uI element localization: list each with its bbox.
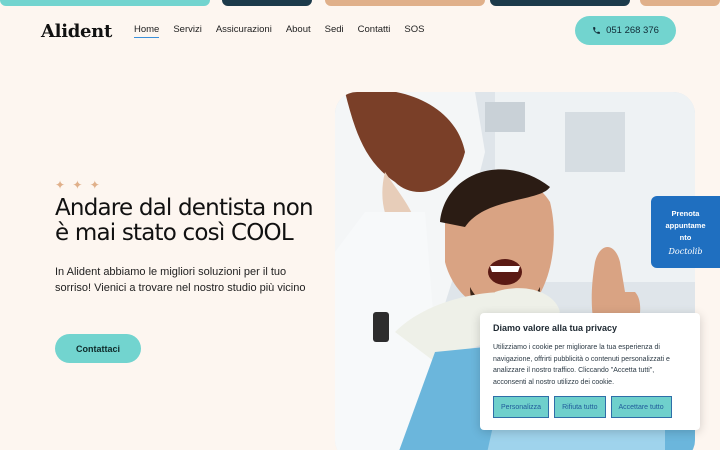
hero-title: Andare dal dentista non è mai stato così… [55, 195, 314, 246]
cookie-title: Diamo valore alla tua privacy [493, 323, 618, 333]
nav-sos[interactable]: SOS [404, 24, 424, 38]
phone-button[interactable]: 051 268 376 [575, 16, 676, 45]
cookie-banner: Diamo valore alla tua privacy Utilizziam… [480, 313, 700, 430]
hero-section: ✦ ✦ ✦ Andare dal dentista non è mai stat… [55, 178, 325, 296]
nav-assicurazioni[interactable]: Assicurazioni [216, 24, 272, 38]
nav-sedi[interactable]: Sedi [325, 24, 344, 38]
top-decoration [0, 0, 720, 6]
site-header: Alident Home Servizi Assicurazioni About… [41, 14, 681, 48]
logo[interactable]: Alident [41, 21, 112, 42]
nav-servizi[interactable]: Servizi [173, 24, 202, 38]
phone-number: 051 268 376 [606, 25, 659, 36]
booking-widget[interactable]: Prenota appuntame nto Doctolib [651, 196, 720, 268]
booking-label-3: nto [679, 233, 692, 242]
booking-label-2: appuntame [665, 221, 706, 230]
cookie-buttons: Personalizza Rifiuta tutto Accettare tut… [493, 396, 687, 418]
sparkle-icons: ✦ ✦ ✦ [55, 178, 102, 192]
nav-contatti[interactable]: Contatti [358, 24, 391, 38]
booking-label-1: Prenota [671, 209, 700, 218]
hero-subtitle: In Alident abbiamo le migliori soluzioni… [55, 266, 306, 294]
main-nav: Home Servizi Assicurazioni About Sedi Co… [133, 24, 438, 38]
personalizza-button[interactable]: Personalizza [493, 396, 550, 418]
doctolib-logo: Doctolib [668, 247, 703, 256]
rifiuta-tutto-button[interactable]: Rifiuta tutto [554, 396, 606, 418]
nav-about[interactable]: About [286, 24, 311, 38]
nav-home[interactable]: Home [133, 24, 160, 38]
accetta-tutto-button[interactable]: Accettare tutto [610, 396, 672, 418]
contattaci-button[interactable]: Contattaci [55, 334, 141, 363]
phone-icon [593, 27, 600, 34]
cookie-text: Utilizziamo i cookie per migliorare la t… [493, 344, 670, 386]
